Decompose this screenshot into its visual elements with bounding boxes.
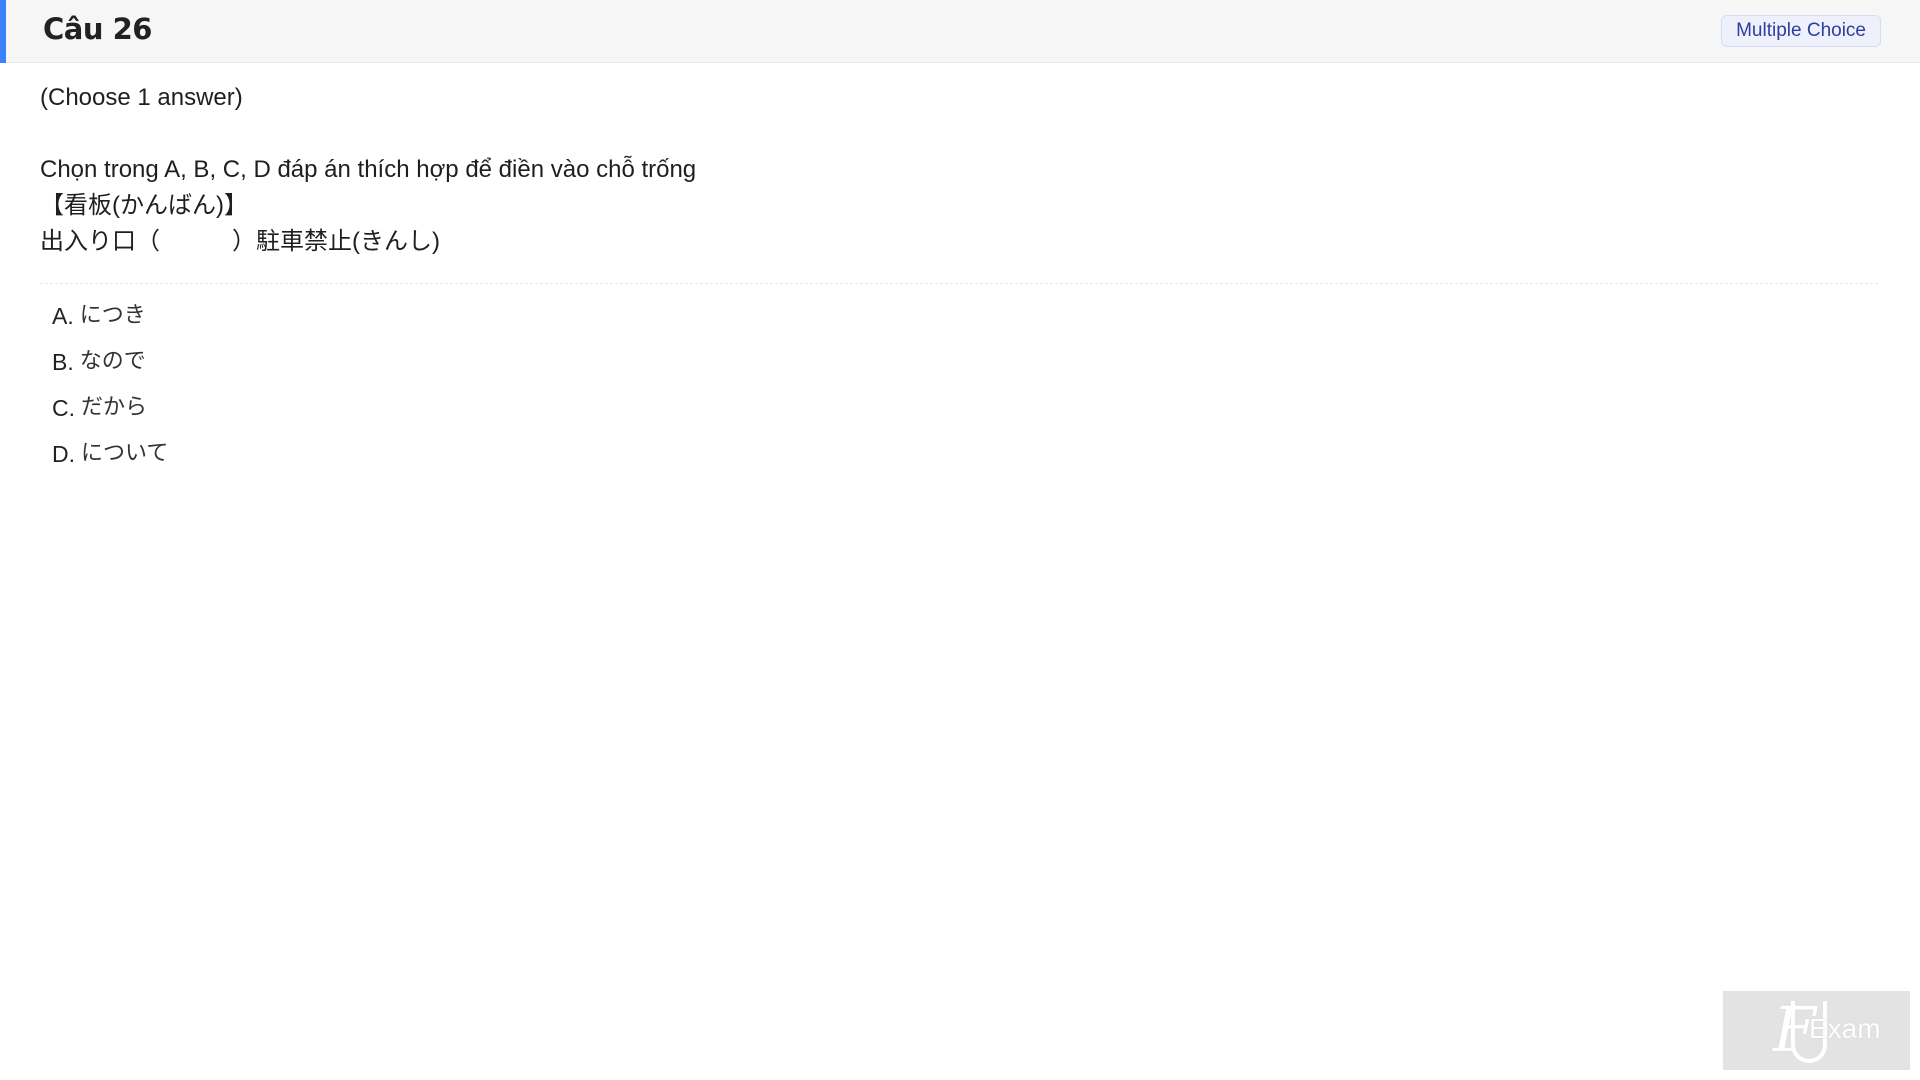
option-letter: A. bbox=[52, 303, 74, 329]
question-sign-label: 【看板(かんばん)】 bbox=[40, 192, 248, 219]
exam-logo-watermark: F Exam bbox=[1723, 991, 1910, 1070]
option-text: につき bbox=[79, 303, 146, 328]
question-header: Câu 26 Multiple Choice bbox=[0, 0, 1920, 63]
answer-options: A. につき B. なので C. だから D. について bbox=[52, 293, 168, 477]
logo-text: Exam bbox=[1809, 1013, 1881, 1044]
option-c[interactable]: C. だから bbox=[52, 385, 168, 431]
option-letter: C. bbox=[52, 395, 75, 421]
option-letter: D. bbox=[52, 441, 75, 467]
question-title: Câu 26 bbox=[43, 12, 152, 46]
accent-bar bbox=[0, 0, 6, 63]
question-page: Câu 26 Multiple Choice (Choose 1 answer)… bbox=[0, 0, 1920, 1080]
question-text: Chọn trong A, B, C, D đáp án thích hợp đ… bbox=[40, 152, 1880, 260]
option-text: なので bbox=[79, 349, 146, 374]
option-text: だから bbox=[81, 395, 148, 420]
question-sentence: 出入り口（ ）駐車禁止(きんし) bbox=[40, 228, 440, 255]
question-type-badge: Multiple Choice bbox=[1721, 15, 1881, 47]
option-a[interactable]: A. につき bbox=[52, 293, 168, 339]
option-d[interactable]: D. について bbox=[52, 431, 168, 477]
question-instruction: Chọn trong A, B, C, D đáp án thích hợp đ… bbox=[40, 156, 697, 183]
options-divider bbox=[40, 283, 1878, 284]
option-b[interactable]: B. なので bbox=[52, 339, 168, 385]
answer-count-hint: (Choose 1 answer) bbox=[40, 84, 243, 111]
option-text: について bbox=[81, 441, 169, 466]
option-letter: B. bbox=[52, 349, 74, 375]
question-body: (Choose 1 answer) Chọn trong A, B, C, D … bbox=[40, 80, 1880, 260]
